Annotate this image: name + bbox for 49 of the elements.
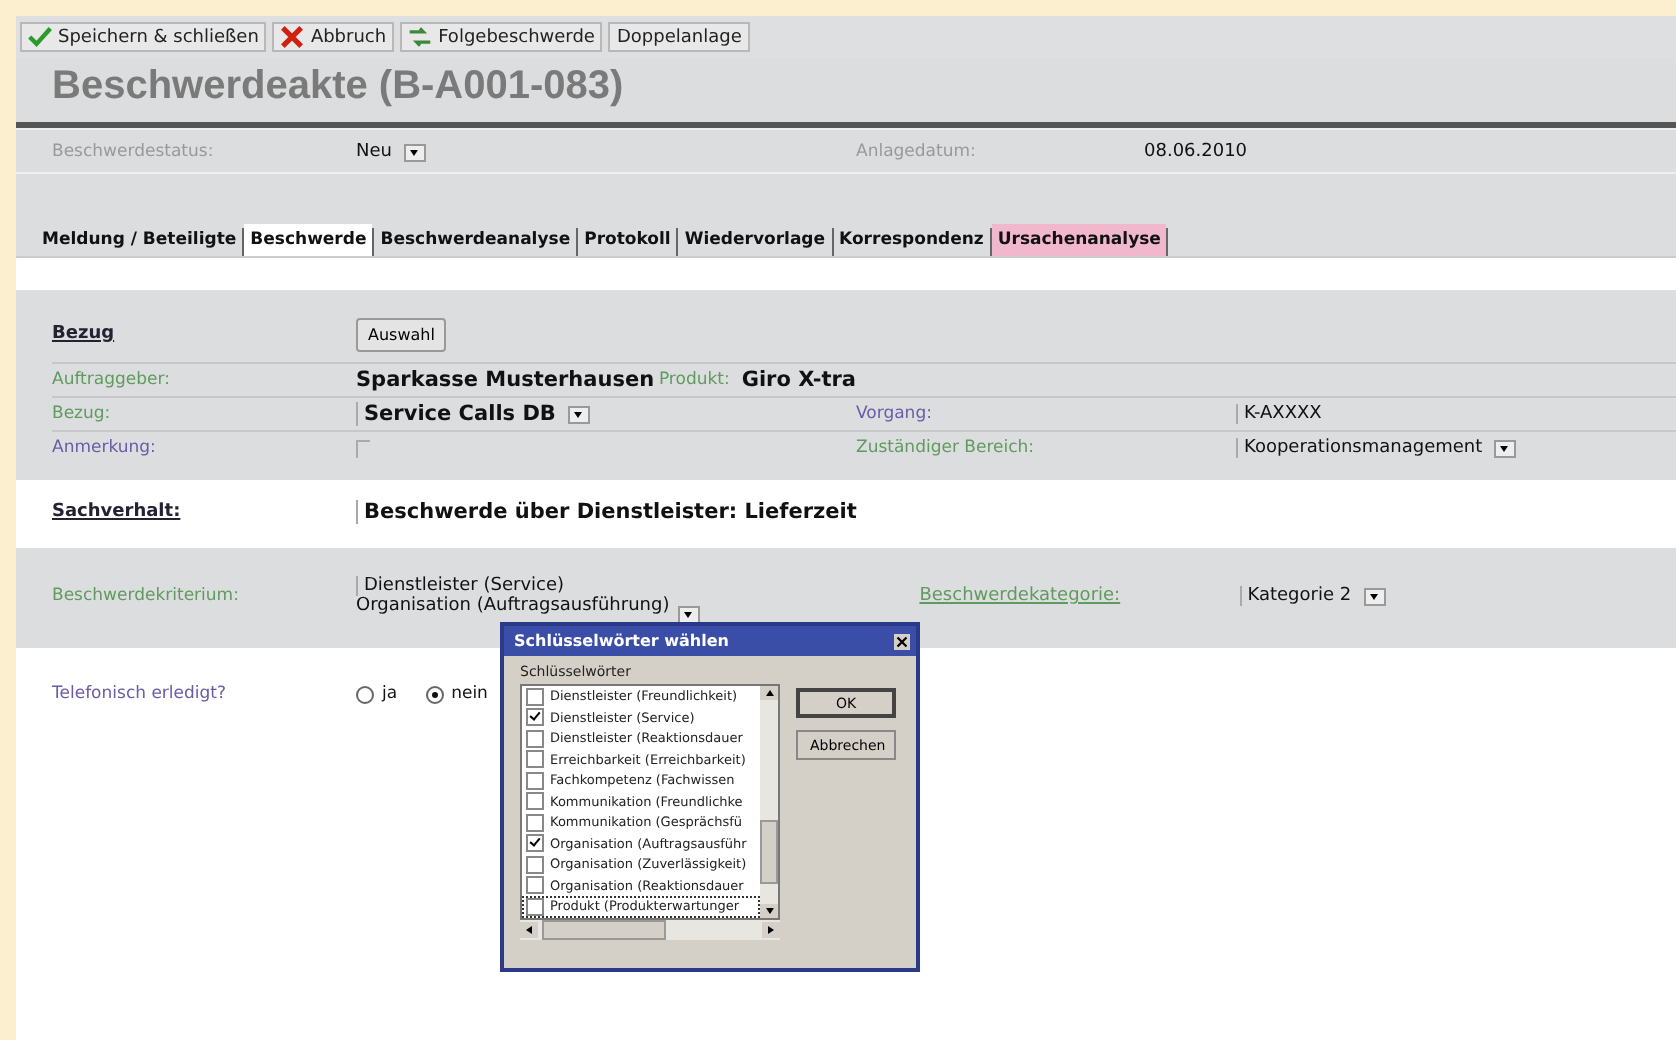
radio-button[interactable]: nein [425,684,488,704]
arrows-icon [408,26,433,48]
toolbar-button[interactable]: Doppelanlage [608,22,750,52]
field-value: Dienstleister (Service) [356,576,565,596]
field-value[interactable]: Kooperationsmanagement [1236,438,1483,458]
date-value: 08.06.2010 [1144,142,1248,162]
tab[interactable]: Beschwerde [244,224,373,256]
tab[interactable]: Korrespondenz [833,224,990,256]
dropdown-icon[interactable] [567,405,590,423]
dropdown-icon[interactable] [1363,587,1386,605]
close-icon[interactable] [894,633,910,649]
tab[interactable]: Beschwerdeanalyse [374,224,577,256]
field-value: Organisation (Auftragsausführung) [356,596,670,616]
input-field[interactable]: K-AXXXX [1236,404,1322,424]
field-label: Auftraggeber: [52,370,172,390]
date-label: Anlagedatum: [856,142,978,162]
field-label: Beschwerdekriterium: [52,586,241,606]
field-label: Vorgang: [856,404,934,424]
field-value: Sparkasse Musterhausen [356,368,655,392]
scrollbar[interactable] [760,686,778,917]
toolbar-button[interactable]: Abbruch [272,22,395,52]
tab[interactable]: Wiedervorlage [678,224,832,256]
field-label: Produkt: [658,370,730,390]
field-value[interactable]: Service Calls DB [356,402,556,426]
dropdown-icon[interactable] [1494,439,1517,457]
check-icon [28,26,52,48]
toolbar-button[interactable]: Folgebeschwerde [400,22,603,52]
field-value[interactable]: Kategorie 2 [1239,586,1352,606]
dropdown-icon[interactable] [403,143,426,161]
status-value: Neu [356,142,392,162]
tab[interactable]: Protokoll [578,224,677,256]
toolbar-button[interactable]: Speichern & schließen [20,22,267,52]
field-value[interactable]: Beschwerde über Dienstleister: Lieferzeit [356,500,857,524]
section-link[interactable]: Bezug [52,324,356,344]
input-field[interactable] [356,439,370,457]
page-title: Beschwerdeakte (B-A001-083) [52,64,626,110]
section-link[interactable]: Sachverhalt: [52,502,356,522]
select-button[interactable]: Auswahl [356,317,447,351]
status-label: Beschwerdestatus: [52,142,216,162]
field-label: Zuständiger Bereich: [856,438,1037,458]
close-icon [280,26,305,48]
field-label: Bezug: [52,404,113,424]
field-label: Anmerkung: [52,438,158,458]
dialog-title: Schlüsselwörter wählen [514,632,729,650]
tab[interactable]: Meldung / Beteiligte [36,224,243,256]
tab[interactable]: Ursachenanalyse [991,224,1167,256]
field-label: Telefonisch erledigt? [52,684,229,704]
field-value: Giro X-tra [741,368,856,392]
radio-button[interactable]: ja [356,684,398,704]
